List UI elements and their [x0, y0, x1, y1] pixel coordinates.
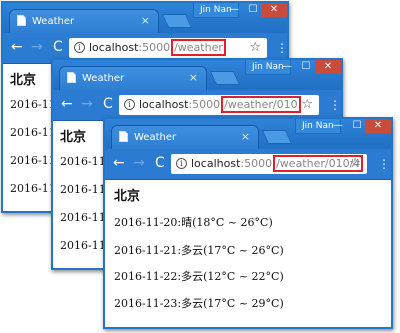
- kebab-menu-icon[interactable]: ⋮: [329, 98, 341, 112]
- title-bar: Weather × Jin Nan — ☐ ✕: [3, 3, 287, 33]
- bookmark-star-icon[interactable]: ☆: [249, 38, 261, 58]
- info-icon[interactable]: i: [176, 158, 187, 169]
- tab-title: Weather: [32, 16, 75, 27]
- back-icon[interactable]: ←: [11, 39, 23, 55]
- new-tab-button[interactable]: [209, 71, 241, 85]
- title-bar: Weather × Jin Nan — ☐ ✕: [53, 60, 341, 90]
- close-button[interactable]: ✕: [365, 119, 391, 133]
- tab-title: Weather: [134, 132, 177, 143]
- toolbar: ← → C i localhost:5000/weather/010/4 ☆ ⋮: [105, 149, 391, 180]
- maximize-button[interactable]: ☐: [297, 60, 315, 74]
- url-path-highlighted: /weather: [171, 39, 226, 56]
- reload-icon[interactable]: C: [53, 39, 63, 55]
- url-text: localhost:5000/weather/010/4: [191, 154, 364, 174]
- bookmark-star-icon[interactable]: ☆: [349, 154, 361, 174]
- document-icon: [67, 72, 76, 83]
- new-tab-button[interactable]: [261, 130, 293, 144]
- new-tab-button[interactable]: [161, 14, 193, 28]
- info-icon[interactable]: i: [74, 42, 85, 53]
- url-port: :5000: [138, 41, 171, 54]
- maximize-button[interactable]: ☐: [244, 3, 262, 17]
- bookmark-star-icon[interactable]: ☆: [301, 95, 313, 115]
- forecast-line: 2016-11-22:多云(12°C ~ 22°C): [114, 270, 284, 283]
- url-path-highlighted: /weather/010: [221, 96, 301, 113]
- address-bar[interactable]: i localhost:5000/weather/010/4 ☆: [171, 154, 367, 174]
- url-host: localhost: [139, 98, 189, 111]
- forward-icon[interactable]: →: [133, 155, 145, 171]
- maximize-button[interactable]: ☐: [348, 119, 366, 133]
- minimize-button[interactable]: —: [225, 3, 243, 17]
- forward-icon[interactable]: →: [31, 39, 43, 55]
- title-bar: Weather × Jin Nan — ☐ ✕: [105, 119, 391, 149]
- back-icon[interactable]: ←: [61, 96, 73, 112]
- info-icon[interactable]: i: [124, 99, 135, 110]
- tab-title: Weather: [82, 73, 125, 84]
- minimize-button[interactable]: —: [329, 119, 347, 133]
- tab-close-icon[interactable]: ×: [141, 14, 150, 27]
- tab-close-icon[interactable]: ×: [189, 71, 198, 84]
- url-text: localhost:5000/weather: [89, 38, 226, 58]
- document-icon: [119, 131, 128, 142]
- kebab-menu-icon[interactable]: ⋮: [276, 41, 288, 55]
- url-port: :5000: [188, 98, 221, 111]
- forward-icon[interactable]: →: [81, 96, 93, 112]
- reload-icon[interactable]: C: [155, 155, 165, 171]
- tab-weather[interactable]: Weather ×: [59, 66, 207, 90]
- document-icon: [17, 15, 26, 26]
- city-heading: 北京: [60, 130, 87, 145]
- city-heading: 北京: [10, 73, 37, 88]
- tab-weather[interactable]: Weather ×: [111, 125, 259, 149]
- address-bar[interactable]: i localhost:5000/weather/010 ☆: [119, 95, 319, 115]
- reload-icon[interactable]: C: [103, 96, 113, 112]
- back-icon[interactable]: ←: [113, 155, 125, 171]
- close-button[interactable]: ✕: [261, 3, 287, 17]
- forecast-line: 2016-11-21:多云(17°C ~ 26°C): [114, 244, 284, 257]
- address-bar[interactable]: i localhost:5000/weather ☆: [69, 38, 267, 58]
- url-host: localhost: [89, 41, 139, 54]
- kebab-menu-icon[interactable]: ⋮: [378, 157, 390, 171]
- forecast-line: 2016-11-20:晴(18°C ~ 26°C): [114, 216, 273, 229]
- browser-window-3: Weather × Jin Nan — ☐ ✕ ← → C i localhos…: [103, 117, 393, 329]
- url-text: localhost:5000/weather/010: [139, 95, 301, 115]
- forecast-line: 2016-11-23:多云(17°C ~ 29°C): [114, 297, 284, 310]
- tab-weather[interactable]: Weather ×: [9, 9, 159, 33]
- url-host: localhost: [191, 157, 241, 170]
- close-button[interactable]: ✕: [315, 60, 341, 74]
- page-content: 北京 2016-11-20:晴(18°C ~ 26°C) 2016-11-21:…: [105, 180, 391, 327]
- minimize-button[interactable]: —: [278, 60, 296, 74]
- url-port: :5000: [240, 157, 273, 170]
- city-heading: 北京: [114, 189, 141, 204]
- tab-close-icon[interactable]: ×: [241, 130, 250, 143]
